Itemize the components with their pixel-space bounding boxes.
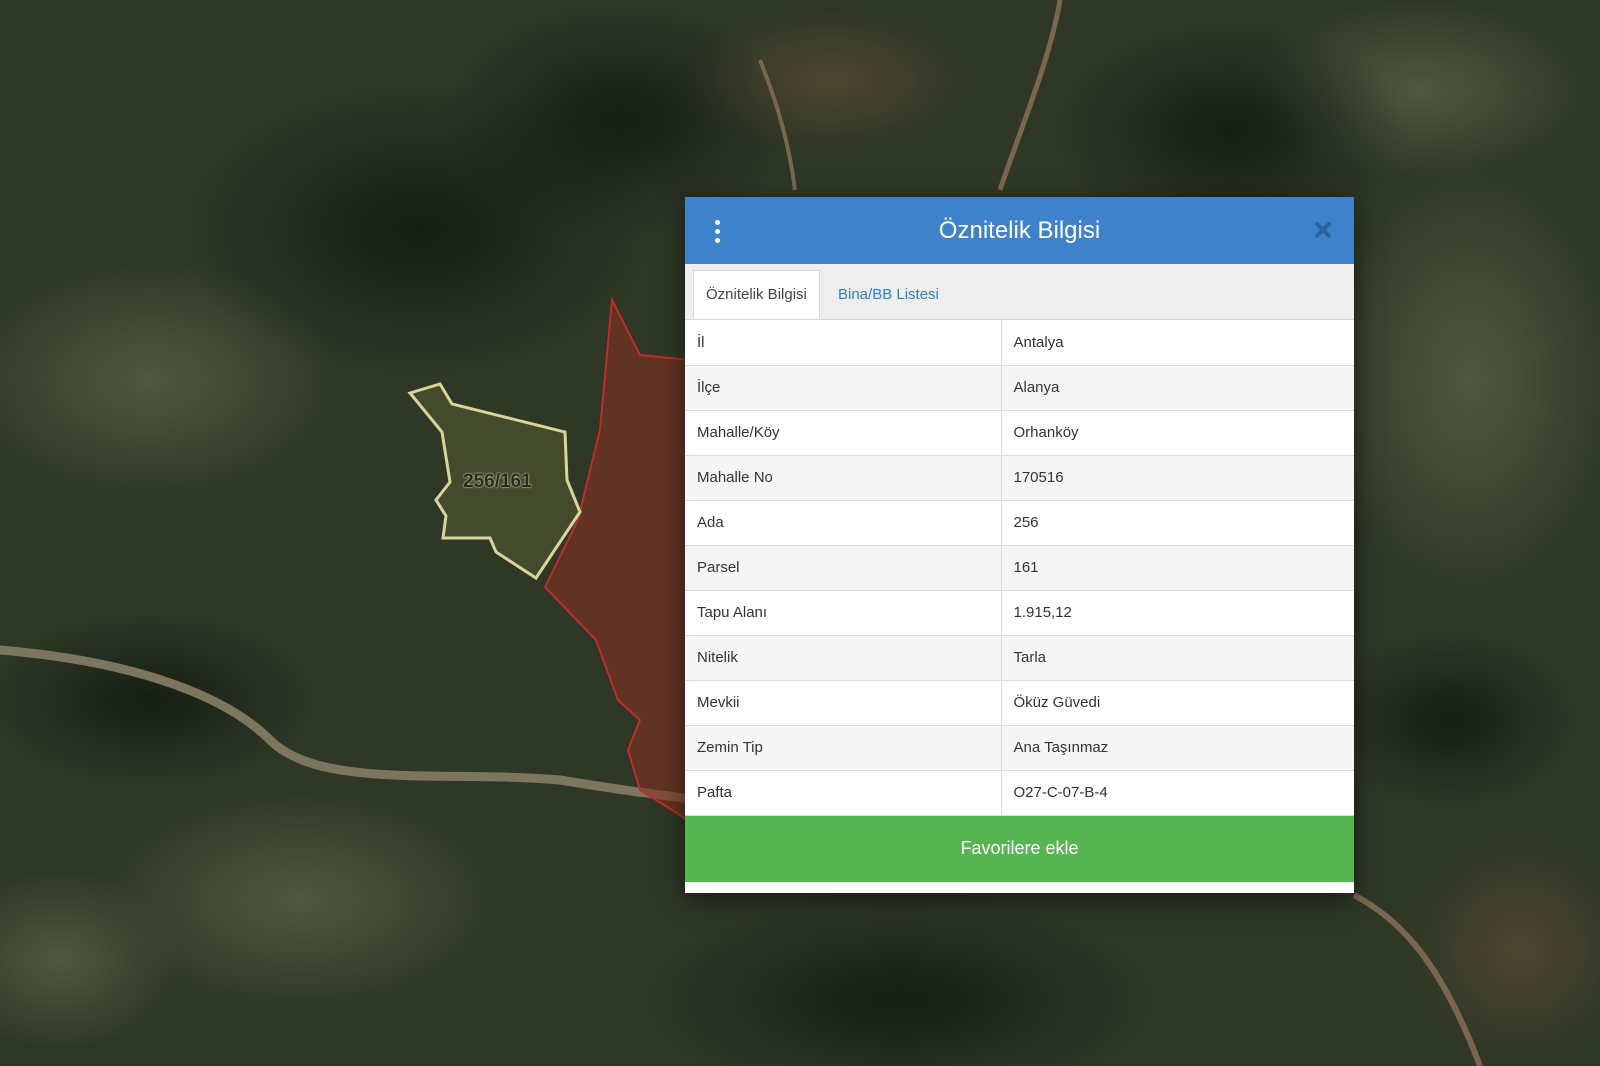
panel-title: Öznitelik Bilgisi <box>938 216 1101 244</box>
attribute-value: Öküz Güvedi <box>1001 680 1354 726</box>
table-row: Nitelik Tarla <box>685 635 1354 681</box>
table-row: İlçe Alanya <box>685 365 1354 411</box>
attribute-value: 170516 <box>1001 455 1354 501</box>
tab-attribute-info[interactable]: Öznitelik Bilgisi <box>693 270 820 319</box>
attribute-table: İl Antalya İlçe Alanya Mahalle/Köy Orhan… <box>685 320 1354 816</box>
attribute-key: Parsel <box>685 545 1002 591</box>
attribute-key: Tapu Alanı <box>685 590 1002 636</box>
table-row: Parsel 161 <box>685 545 1354 591</box>
soil-patch <box>690 10 970 150</box>
table-row: Zemin Tip Ana Taşınmaz <box>685 725 1354 771</box>
parcel-label: 256/161 <box>463 471 532 492</box>
attribute-key: Pafta <box>685 770 1002 816</box>
attribute-value: O27-C-07-B-4 <box>1001 770 1354 816</box>
attribute-value: Alanya <box>1001 365 1354 411</box>
table-row: Tapu Alanı 1.915,12 <box>685 590 1354 636</box>
tree-cluster <box>1320 630 1580 810</box>
table-row: Ada 256 <box>685 500 1354 546</box>
table-row: Mevkii Öküz Güvedi <box>685 680 1354 726</box>
kebab-menu-icon[interactable] <box>709 217 725 245</box>
table-row: Mahalle/Köy Orhanköy <box>685 410 1354 456</box>
close-icon[interactable] <box>1310 217 1336 243</box>
attribute-value: 256 <box>1001 500 1354 546</box>
add-to-favorites-button[interactable]: Favorilere ekle <box>685 815 1354 882</box>
table-row: İl Antalya <box>685 320 1354 366</box>
attribute-key: Mahalle No <box>685 455 1002 501</box>
panel-header: Öznitelik Bilgisi <box>685 197 1354 264</box>
attribute-value: Ana Taşınmaz <box>1001 725 1354 771</box>
attribute-key: Mevkii <box>685 680 1002 726</box>
attribute-value: Antalya <box>1001 320 1354 366</box>
attribute-value: Tarla <box>1001 635 1354 681</box>
attribute-key: Mahalle/Köy <box>685 410 1002 456</box>
table-row: Mahalle No 170516 <box>685 455 1354 501</box>
attribute-key: Ada <box>685 500 1002 546</box>
attribute-key: İl <box>685 320 1002 366</box>
table-row: Pafta O27-C-07-B-4 <box>685 770 1354 816</box>
attribute-key: Zemin Tip <box>685 725 1002 771</box>
attribute-key: Nitelik <box>685 635 1002 681</box>
attribute-value: 161 <box>1001 545 1354 591</box>
tab-building-list[interactable]: Bina/BB Listesi <box>826 270 951 319</box>
attribute-info-panel: Öznitelik Bilgisi Öznitelik Bilgisi Bina… <box>685 197 1354 893</box>
attribute-value: Orhanköy <box>1001 410 1354 456</box>
attribute-value: 1.915,12 <box>1001 590 1354 636</box>
tab-bar: Öznitelik Bilgisi Bina/BB Listesi <box>685 264 1354 320</box>
attribute-key: İlçe <box>685 365 1002 411</box>
